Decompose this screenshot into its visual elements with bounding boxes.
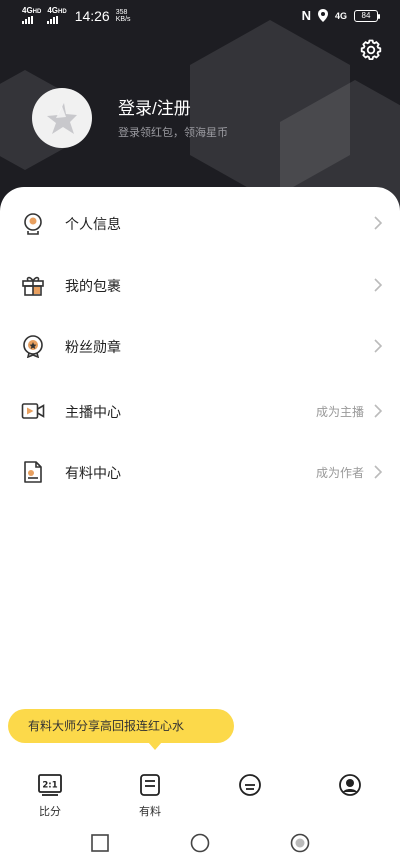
bottom-tab-bar: 2:1 比分 有料 [0,765,400,823]
menu-item-author-center[interactable]: 有料中心 成为作者 [0,444,400,500]
tab-content[interactable]: 有料 [100,765,200,823]
network-type: 4G [334,10,347,21]
gear-icon[interactable] [359,38,383,62]
svg-text:2:1: 2:1 [42,781,57,791]
status-time: 14:26 [74,7,110,24]
chevron-right-icon [374,339,383,353]
login-register-link[interactable]: 登录/注册 [118,94,191,119]
scoreboard-icon: 2:1 [38,774,62,796]
become-anchor-hint: 成为主播 [315,405,364,419]
status-bar: 4GHD 4GHD 14:26 358 KB/s N 4G 84 [0,0,400,32]
tab-score[interactable]: 2:1 比分 [0,765,100,823]
signal-sim2: 4GHD [47,7,67,24]
gift-icon [22,276,44,296]
menu-item-my-package[interactable]: 我的包裹 [0,257,400,313]
menu-item-label: 有料中心 [65,465,121,481]
medal-icon [23,335,43,358]
menu-item-anchor-center[interactable]: 主播中心 成为主播 [0,383,400,439]
back-button[interactable] [290,833,310,853]
become-author-hint: 成为作者 [315,466,364,480]
tab-third[interactable] [200,765,300,823]
menu-item-label: 个人信息 [65,216,121,232]
notebook-icon [140,774,160,796]
tab-label: 比分 [39,806,61,818]
profile-icon [339,774,361,796]
tab-profile[interactable] [300,765,400,823]
face-icon [239,774,261,796]
nfc-icon: N [301,8,311,23]
home-button[interactable] [190,833,210,853]
user-badge-icon [24,213,42,235]
chevron-right-icon [374,404,383,418]
tab-label: 有料 [139,806,161,818]
menu-item-personal-info[interactable]: 个人信息 [0,195,400,251]
chevron-right-icon [374,216,383,230]
chevron-right-icon [374,278,383,292]
video-play-icon [21,403,45,419]
signal-sim1: 4GHD [22,7,41,24]
menu-item-label: 我的包裹 [65,278,121,294]
menu-item-label: 主播中心 [65,404,121,420]
document-icon [24,461,42,483]
profile-header: 4GHD 4GHD 14:26 358 KB/s N 4G 84 登录/注册 登… [0,0,400,215]
network-speed: 358 KB/s [115,8,131,23]
login-subtitle: 登录领红包，领海星币 [118,127,228,139]
recent-apps-button[interactable] [90,833,110,853]
chevron-right-icon [374,465,383,479]
avatar[interactable] [32,88,92,148]
system-nav-bar [0,823,400,866]
star-logo-icon [47,103,77,134]
menu-item-fan-medal[interactable]: 粉丝勋章 [0,318,400,374]
menu-item-label: 粉丝勋章 [65,339,121,355]
promo-banner[interactable]: 有料大师分享高回报连红心水 [8,709,234,750]
location-icon [317,9,328,22]
battery-indicator: 84 [354,9,380,22]
